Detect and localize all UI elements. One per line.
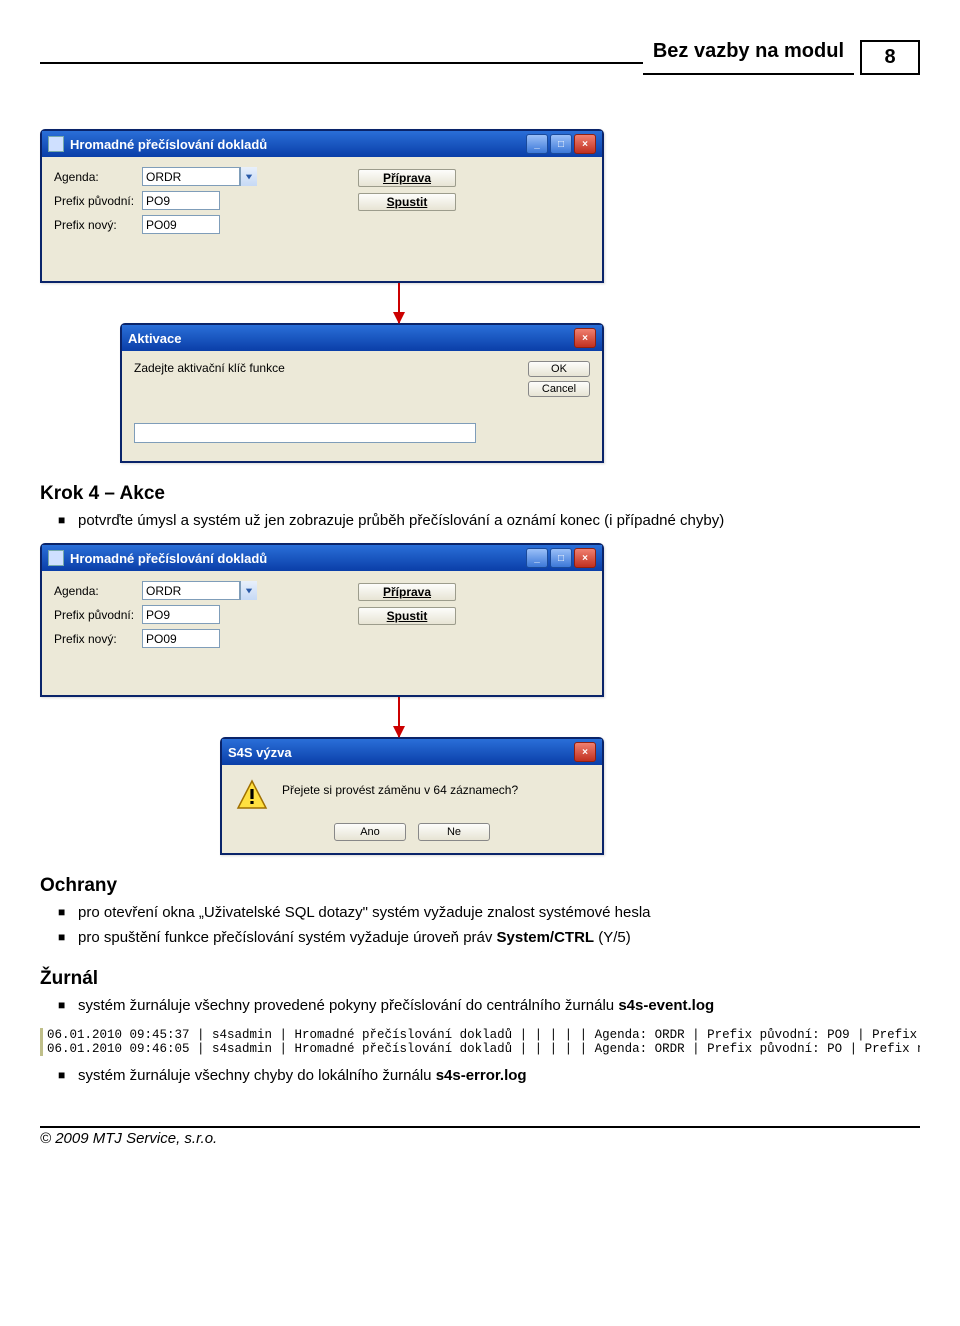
warning-icon — [236, 779, 268, 811]
priprava-button[interactable]: Příprava — [358, 169, 456, 187]
label-prefix-novy: Prefix nový: — [54, 218, 142, 232]
ok-button[interactable]: OK — [528, 361, 590, 377]
window-title: Hromadné přečíslování dokladů — [70, 551, 267, 566]
priprava-button[interactable]: Příprava — [358, 583, 456, 601]
minimize-button[interactable]: _ — [526, 548, 548, 568]
header-page-number: 8 — [860, 40, 920, 75]
app-icon — [48, 550, 64, 566]
maximize-button[interactable]: □ — [550, 134, 572, 154]
agenda-combo[interactable]: ORDR — [142, 167, 257, 186]
agenda-value[interactable]: ORDR — [142, 581, 240, 600]
yes-button[interactable]: Ano — [334, 823, 406, 841]
maximize-button[interactable]: □ — [550, 548, 572, 568]
chevron-down-icon[interactable] — [240, 581, 257, 600]
label-prefix-puvodni: Prefix původní: — [54, 194, 142, 208]
minimize-button[interactable]: _ — [526, 134, 548, 154]
close-button[interactable]: × — [574, 328, 596, 348]
arrow-to-confirm — [398, 697, 400, 737]
dialog-aktivace: Aktivace × Zadejte aktivační klíč funkce… — [120, 323, 604, 463]
prefix-novy-input[interactable]: PO09 — [142, 215, 220, 234]
cancel-button[interactable]: Cancel — [528, 381, 590, 397]
label-agenda: Agenda: — [54, 170, 142, 184]
aktivace-key-input[interactable] — [134, 423, 476, 443]
label-prefix-novy: Prefix nový: — [54, 632, 142, 646]
titlebar-aktivace: Aktivace × — [122, 325, 602, 351]
agenda-combo[interactable]: ORDR — [142, 581, 257, 600]
close-button[interactable]: × — [574, 548, 596, 568]
prefix-puvodni-input[interactable]: PO9 — [142, 605, 220, 624]
chevron-down-icon[interactable] — [240, 167, 257, 186]
titlebar-confirm: S4S výzva × — [222, 739, 602, 765]
prefix-puvodni-input[interactable]: PO9 — [142, 191, 220, 210]
krok4-bullet: potvrďte úmysl a systém už jen zobrazuje… — [58, 511, 920, 531]
page-footer: © 2009 MTJ Service, s.r.o. — [40, 1126, 920, 1147]
log-line-1: 06.01.2010 09:45:37 | s4sadmin | Hromadn… — [47, 1028, 920, 1042]
spustit-button[interactable]: Spustit — [358, 193, 456, 211]
window-precislovani-2: Hromadné přečíslování dokladů _ □ × Agen… — [40, 543, 604, 697]
arrow-to-dialog — [398, 283, 400, 323]
heading-ochrany: Ochrany — [40, 875, 920, 897]
app-icon — [48, 136, 64, 152]
titlebar-precislovani-2: Hromadné přečíslování dokladů _ □ × — [42, 545, 602, 571]
no-button[interactable]: Ne — [418, 823, 490, 841]
page-header: Bez vazby na modul 8 — [40, 40, 920, 75]
header-rule — [40, 62, 643, 64]
header-title: Bez vazby na modul — [643, 40, 854, 75]
dialog-title: Aktivace — [128, 331, 181, 346]
dialog-confirm: S4S výzva × Přejete si provést záměnu v … — [220, 737, 604, 855]
list-zurnal: systém žurnáluje všechny provedené pokyn… — [40, 996, 920, 1016]
heading-krok4: Krok 4 – Akce — [40, 483, 920, 505]
aktivace-prompt: Zadejte aktivační klíč funkce — [134, 361, 514, 375]
heading-zurnal: Žurnál — [40, 968, 920, 990]
zurnal-bullet-1: systém žurnáluje všechny provedené pokyn… — [58, 996, 920, 1016]
list-zurnal-2: systém žurnáluje všechny chyby do lokáln… — [40, 1066, 920, 1086]
ochrany-bullet-1: pro otevření okna „Uživatelské SQL dotaz… — [58, 903, 920, 923]
prefix-novy-input[interactable]: PO09 — [142, 629, 220, 648]
window-title: Hromadné přečíslování dokladů — [70, 137, 267, 152]
close-button[interactable]: × — [574, 134, 596, 154]
log-line-2: 06.01.2010 09:46:05 | s4sadmin | Hromadn… — [47, 1042, 920, 1056]
label-prefix-puvodni: Prefix původní: — [54, 608, 142, 622]
zurnal-bullet-2: systém žurnáluje všechny chyby do lokáln… — [58, 1066, 920, 1086]
dialog-title: S4S výzva — [228, 745, 292, 760]
agenda-value[interactable]: ORDR — [142, 167, 240, 186]
log-sample: 06.01.2010 09:45:37 | s4sadmin | Hromadn… — [40, 1028, 920, 1056]
list-ochrany: pro otevření okna „Uživatelské SQL dotaz… — [40, 903, 920, 948]
spustit-button[interactable]: Spustit — [358, 607, 456, 625]
confirm-text: Přejete si provést záměnu v 64 záznamech… — [268, 779, 518, 811]
list-krok4: potvrďte úmysl a systém už jen zobrazuje… — [40, 511, 920, 531]
window-precislovani-1: Hromadné přečíslování dokladů _ □ × Agen… — [40, 129, 604, 283]
label-agenda: Agenda: — [54, 584, 142, 598]
close-button[interactable]: × — [574, 742, 596, 762]
titlebar-precislovani-1: Hromadné přečíslování dokladů _ □ × — [42, 131, 602, 157]
ochrany-bullet-2: pro spuštění funkce přečíslování systém … — [58, 928, 920, 948]
